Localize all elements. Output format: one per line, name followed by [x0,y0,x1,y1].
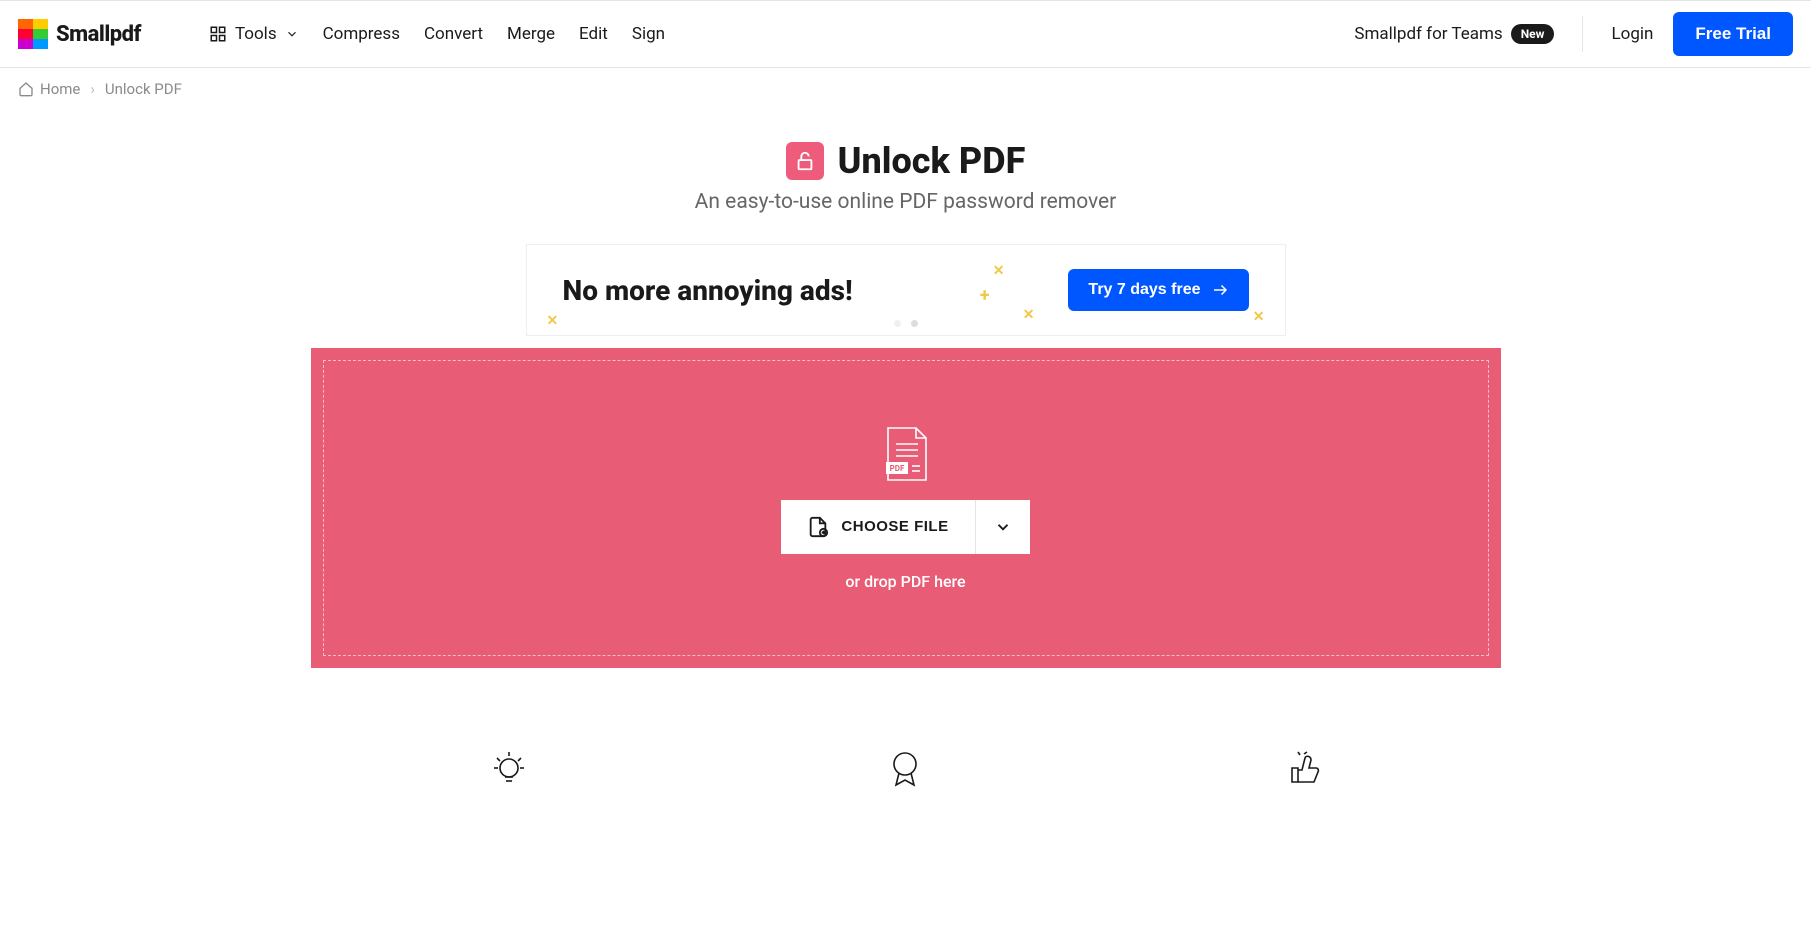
header: Smallpdf Tools Compress Convert Merge Ed… [0,0,1811,68]
features-row [311,748,1501,788]
promo-cta-button[interactable]: Try 7 days free [1068,269,1248,311]
logo-icon [18,19,48,49]
nav-right: Smallpdf for Teams New Login Free Trial [1354,12,1793,56]
drop-hint: or drop PDF here [845,572,965,591]
carousel-dot[interactable] [894,320,901,327]
nav-edit[interactable]: Edit [579,18,608,50]
brand-logo[interactable]: Smallpdf [18,19,141,49]
home-icon [18,81,34,97]
document-icon [807,516,829,538]
breadcrumb-current: Unlock PDF [105,80,182,98]
choose-file-group: CHOOSE FILE [781,500,1029,554]
thumbs-up-icon [1282,748,1322,788]
nav-left: Tools Compress Convert Merge Edit Sign [209,18,665,50]
breadcrumb-separator: › [90,80,95,98]
breadcrumb: Home › Unlock PDF [0,68,1811,110]
nav-convert[interactable]: Convert [424,18,483,50]
page-title: Unlock PDF [838,140,1026,182]
breadcrumb-home-label: Home [40,80,80,98]
teams-link[interactable]: Smallpdf for Teams New [1354,24,1554,44]
pdf-file-icon: PDF [884,426,928,482]
teams-label: Smallpdf for Teams [1354,24,1502,44]
sparkle-icon: ✕ [1253,309,1265,325]
svg-text:PDF: PDF [889,464,904,473]
chevron-down-icon [994,518,1012,536]
promo-headline: No more annoying ads! [563,274,853,307]
nav-merge[interactable]: Merge [507,18,555,50]
choose-file-button[interactable]: CHOOSE FILE [781,500,975,554]
badge-icon [885,748,925,788]
lightbulb-icon [489,748,529,788]
carousel-dot[interactable] [911,320,918,327]
choose-file-label: CHOOSE FILE [841,518,948,535]
unlock-icon [786,142,824,180]
new-badge: New [1511,24,1555,44]
dropzone[interactable]: PDF CHOOSE FILE or drop PDF here [323,360,1489,656]
sparkle-icon: ✕ [1023,307,1035,323]
hero-title-row: Unlock PDF [0,140,1811,182]
login-link[interactable]: Login [1611,18,1653,50]
nav-compress[interactable]: Compress [323,18,400,50]
tools-dropdown[interactable]: Tools [209,18,299,50]
choose-file-dropdown[interactable] [976,500,1030,554]
promo-cta-label: Try 7 days free [1088,281,1200,299]
brand-name: Smallpdf [56,22,141,47]
page-subtitle: An easy-to-use online PDF password remov… [0,190,1811,214]
tools-label: Tools [235,24,277,44]
sparkle-icon: ✕ [993,263,1005,279]
divider [1582,16,1583,52]
arrow-right-icon [1211,281,1229,299]
grid-icon [209,25,227,43]
nav-sign[interactable]: Sign [632,18,665,50]
carousel-dots [894,320,918,327]
dropzone-container: PDF CHOOSE FILE or drop PDF here [311,348,1501,668]
hero: Unlock PDF An easy-to-use online PDF pas… [0,140,1811,214]
free-trial-button[interactable]: Free Trial [1673,12,1793,56]
sparkle-icon: + [980,285,990,306]
chevron-down-icon [285,27,299,41]
promo-banner: ✕ + ✕ ✕ ✕ No more annoying ads! Try 7 da… [526,244,1286,336]
sparkle-icon: ✕ [547,313,559,329]
breadcrumb-home[interactable]: Home [18,80,80,98]
